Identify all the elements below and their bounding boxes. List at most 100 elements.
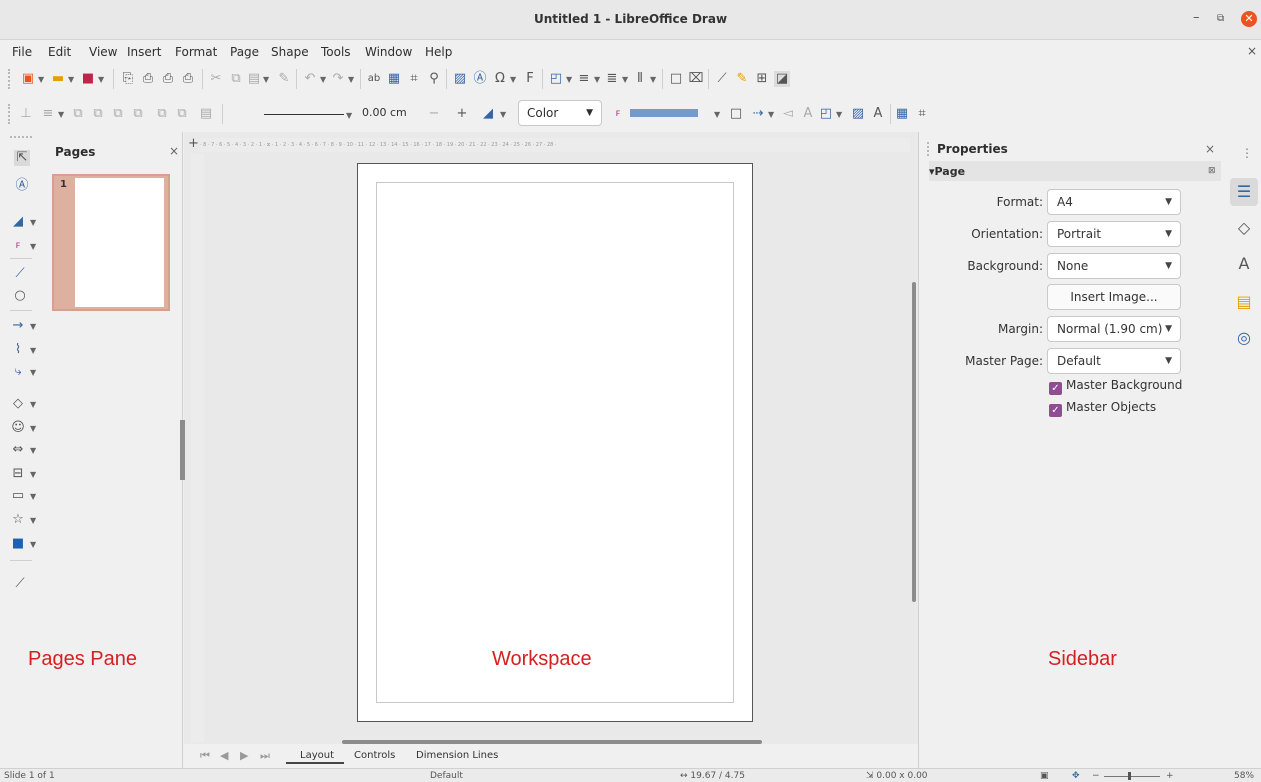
select-icon[interactable]: ⇱: [14, 150, 30, 166]
minus-icon[interactable]: −: [426, 106, 442, 122]
crop-icon[interactable]: ⌧: [688, 71, 704, 87]
chevron-down-icon[interactable]: ▼: [38, 75, 44, 84]
zoom-in-icon[interactable]: +: [1166, 771, 1174, 781]
image-filter-icon[interactable]: ▨: [850, 106, 866, 122]
menu-edit[interactable]: Edit: [48, 45, 71, 59]
line-color-icon[interactable]: ◢: [480, 106, 496, 122]
zoom-level[interactable]: 58%: [1234, 771, 1254, 781]
helplines-icon[interactable]: ⌗: [406, 71, 422, 87]
in-front-of-object-icon[interactable]: ⧉: [154, 106, 170, 122]
chevron-down-icon[interactable]: ▼: [98, 75, 104, 84]
menu-file[interactable]: File: [12, 45, 32, 59]
points-icon[interactable]: ⟋: [12, 576, 28, 592]
reverse-icon[interactable]: ▤: [198, 106, 214, 122]
minimize-icon[interactable]: –: [1193, 10, 1200, 25]
print-icon[interactable]: ⎙: [160, 71, 176, 87]
copy-icon[interactable]: ⧉: [228, 71, 244, 87]
shapes-icon[interactable]: ◇: [1234, 218, 1254, 238]
3d-objects-icon[interactable]: ■: [10, 536, 26, 552]
section-header[interactable]: [929, 161, 1221, 181]
fit-page-icon[interactable]: ✥: [1072, 771, 1080, 781]
styles-toggle-icon[interactable]: A: [870, 106, 886, 122]
bring-to-front-icon[interactable]: ⧉: [70, 106, 86, 122]
insert-image-button[interactable]: Insert Image...: [1047, 284, 1181, 310]
sidebar-menu-icon[interactable]: ⋮: [1241, 146, 1253, 160]
stars-icon[interactable]: ☆: [10, 512, 26, 528]
master-background-checkbox[interactable]: ✓ Master Background: [1049, 378, 1182, 395]
menu-tools[interactable]: Tools: [321, 45, 351, 59]
zoom-icon[interactable]: ⚲: [426, 71, 442, 87]
menu-insert[interactable]: Insert: [127, 45, 161, 59]
page-thumbnail[interactable]: 1: [52, 174, 170, 311]
area-style-select[interactable]: Color ▼: [518, 100, 602, 126]
snap-helplines-icon[interactable]: ⌗: [914, 106, 930, 122]
master-objects-checkbox[interactable]: ✓ Master Objects: [1049, 400, 1156, 417]
chevron-down-icon[interactable]: ▼: [30, 446, 36, 455]
transformation-icon[interactable]: ◰: [818, 106, 834, 122]
close-window-button[interactable]: ✕: [1241, 11, 1257, 27]
tab-layout[interactable]: Layout: [300, 750, 334, 761]
chevron-down-icon[interactable]: ▼: [714, 110, 720, 119]
textbox-icon[interactable]: Ⓐ: [472, 71, 488, 87]
properties-icon[interactable]: ☰: [1234, 182, 1254, 202]
chevron-down-icon[interactable]: ▼: [500, 110, 506, 119]
chevron-down-icon[interactable]: ▼: [320, 75, 326, 84]
redo-icon[interactable]: ↷: [330, 71, 346, 87]
tab-controls[interactable]: Controls: [354, 750, 395, 761]
flip-icon[interactable]: ◅: [780, 106, 796, 122]
paste-icon[interactable]: ▤: [246, 71, 262, 87]
chevron-down-icon[interactable]: ▼: [348, 75, 354, 84]
textbox-icon[interactable]: Ⓐ: [14, 178, 30, 194]
ruler-origin-icon[interactable]: +: [188, 136, 199, 151]
line-style-select[interactable]: [260, 106, 354, 122]
ellipse-icon[interactable]: ○: [12, 288, 28, 304]
zoom-slider-thumb[interactable]: [1128, 772, 1131, 780]
print-direct-icon[interactable]: ⎙: [180, 71, 196, 87]
spelling-icon[interactable]: ab: [366, 71, 382, 87]
chevron-down-icon[interactable]: ▼: [30, 346, 36, 355]
styles-icon[interactable]: A: [1234, 254, 1254, 274]
symbol-shapes-icon[interactable]: ☺: [10, 420, 26, 436]
menu-format[interactable]: Format: [175, 45, 217, 59]
previous-tab-icon[interactable]: ◀: [220, 749, 228, 762]
gallery-icon[interactable]: ▤: [1234, 292, 1254, 312]
align-objects-icon[interactable]: ≡: [40, 106, 56, 122]
align-icon[interactable]: ≡: [576, 71, 592, 87]
glue-icon[interactable]: ✎: [734, 71, 750, 87]
horizontal-ruler[interactable]: · 8 · 7 · 6 · 5 · 4 · 3 · 2 · 1 · ⧖ · 1 …: [200, 138, 910, 152]
chevron-down-icon[interactable]: ▼: [30, 242, 36, 251]
shadow-icon[interactable]: □: [668, 71, 684, 87]
chevron-down-icon[interactable]: ▼: [30, 424, 36, 433]
chevron-down-icon[interactable]: ▼: [30, 218, 36, 227]
menu-shape[interactable]: Shape: [271, 45, 309, 59]
margin-select[interactable]: Normal (1.90 cm) ▼: [1047, 316, 1181, 342]
callouts-icon[interactable]: ▭: [10, 488, 26, 504]
menu-window[interactable]: Window: [365, 45, 412, 59]
line-width-input[interactable]: 0.00 cm: [358, 102, 418, 124]
undo-icon[interactable]: ↶: [302, 71, 318, 87]
chevron-down-icon[interactable]: ▼: [30, 492, 36, 501]
text-icon[interactable]: A: [800, 106, 816, 122]
chevron-down-icon[interactable]: ▼: [30, 470, 36, 479]
tab-dimension-lines[interactable]: Dimension Lines: [416, 750, 498, 761]
anchor-icon[interactable]: ⊥: [18, 106, 34, 122]
document-modified-icon[interactable]: ▣: [1040, 771, 1049, 781]
arrange-icon[interactable]: ≣: [604, 71, 620, 87]
more-options-icon[interactable]: ⊠: [1208, 166, 1216, 176]
close-icon[interactable]: ×: [1205, 142, 1215, 156]
points-icon[interactable]: ⟋: [714, 71, 730, 87]
vertical-scrollbar[interactable]: [910, 142, 916, 726]
chevron-down-icon[interactable]: ▼: [768, 110, 774, 119]
distribute-icon[interactable]: ⫴: [632, 71, 648, 87]
orientation-select[interactable]: Portrait ▼: [1047, 221, 1181, 247]
background-select[interactable]: None ▼: [1047, 253, 1181, 279]
maximize-icon[interactable]: ⧉: [1217, 13, 1224, 24]
zoom-slider[interactable]: [1104, 776, 1160, 777]
chevron-down-icon[interactable]: ▼: [30, 322, 36, 331]
first-tab-icon[interactable]: ⏮: [200, 749, 210, 763]
block-arrows-icon[interactable]: ⇔: [10, 442, 26, 458]
chevron-down-icon[interactable]: ▼: [68, 75, 74, 84]
behind-object-icon[interactable]: ⧉: [174, 106, 190, 122]
navigator-icon[interactable]: ◎: [1234, 328, 1254, 348]
open-icon[interactable]: ▬: [50, 71, 66, 87]
